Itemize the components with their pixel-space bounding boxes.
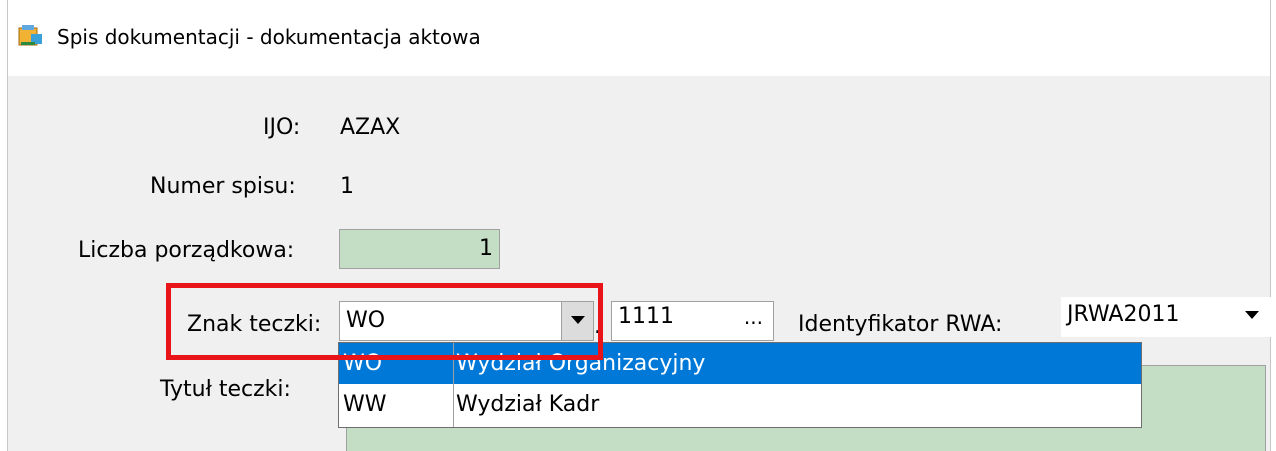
ijo-value: AZAX <box>340 115 401 140</box>
window-title: Spis dokumentacji - dokumentacja aktowa <box>57 25 481 49</box>
chevron-down-icon[interactable] <box>1245 311 1259 319</box>
numer-spisu-label: Numer spisu: <box>150 174 296 199</box>
folder-app-icon <box>18 25 42 46</box>
liczba-porzadkowa-value: 1 <box>479 236 493 261</box>
liczba-porzadkowa-label: Liczba porządkowa: <box>78 238 295 263</box>
rwa-identifier-value: JRWA2011 <box>1067 302 1180 327</box>
rwa-identifier-label: Identyfikator RWA: <box>798 312 1003 337</box>
option-name: Wydział Kadr <box>456 392 600 417</box>
rwa-identifier-combobox[interactable]: JRWA2011 <box>1061 297 1271 337</box>
highlight-box <box>166 283 603 360</box>
ijo-label: IJO: <box>263 115 301 140</box>
numer-spisu-value: 1 <box>340 174 354 199</box>
tytul-teczki-label: Tytuł teczki: <box>160 377 291 402</box>
list-item[interactable]: WW Wydział Kadr <box>339 384 1141 425</box>
title-bar: Spis dokumentacji - dokumentacja aktowa <box>8 0 1270 76</box>
rwa-code-field[interactable]: 1111 ... <box>611 301 774 341</box>
browse-button[interactable]: ... <box>744 303 763 331</box>
rwa-code-value: 1111 <box>618 304 674 329</box>
liczba-porzadkowa-field[interactable]: 1 <box>339 229 500 269</box>
option-code: WW <box>343 392 387 417</box>
